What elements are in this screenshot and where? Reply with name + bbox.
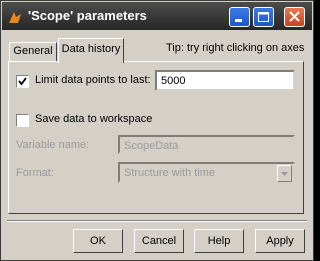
help-button[interactable]: Help bbox=[194, 229, 244, 253]
close-button[interactable] bbox=[284, 7, 305, 27]
chevron-down-icon bbox=[281, 172, 288, 176]
save-workspace-label: Save data to workspace bbox=[35, 113, 153, 125]
minimize-icon bbox=[235, 19, 242, 22]
maximize-button[interactable] bbox=[253, 7, 274, 27]
maximize-icon bbox=[258, 12, 269, 22]
format-label: Format: bbox=[16, 167, 54, 179]
ok-button[interactable]: OK bbox=[73, 229, 123, 253]
variable-name-input[interactable]: ScopeData bbox=[118, 135, 295, 154]
dropdown-arrow-button[interactable] bbox=[277, 165, 292, 182]
tab-data-history[interactable]: Data history bbox=[58, 38, 124, 63]
variable-name-label: Variable name: bbox=[16, 139, 90, 151]
cancel-button[interactable]: Cancel bbox=[134, 229, 184, 253]
format-value: Structure with time bbox=[124, 167, 216, 179]
close-icon bbox=[289, 11, 300, 22]
save-workspace-checkbox[interactable] bbox=[16, 114, 29, 127]
tip-text: Tip: try right clicking on axes bbox=[166, 42, 305, 54]
title-bar[interactable]: 'Scope' parameters bbox=[2, 2, 312, 30]
minimize-button[interactable] bbox=[229, 7, 250, 27]
tab-general[interactable]: General bbox=[9, 42, 57, 62]
checkmark-icon bbox=[18, 77, 27, 86]
matlab-logo-icon bbox=[9, 12, 21, 23]
limit-data-input[interactable]: 5000 bbox=[155, 70, 295, 91]
button-divider bbox=[7, 220, 307, 222]
limit-data-label: Limit data points to last: bbox=[35, 74, 151, 86]
window-title: 'Scope' parameters bbox=[28, 8, 147, 23]
dialog-window: 'Scope' parameters General Data history … bbox=[0, 0, 314, 261]
format-dropdown[interactable]: Structure with time bbox=[118, 162, 295, 183]
limit-data-checkbox[interactable] bbox=[16, 75, 29, 88]
apply-button[interactable]: Apply bbox=[255, 229, 305, 253]
